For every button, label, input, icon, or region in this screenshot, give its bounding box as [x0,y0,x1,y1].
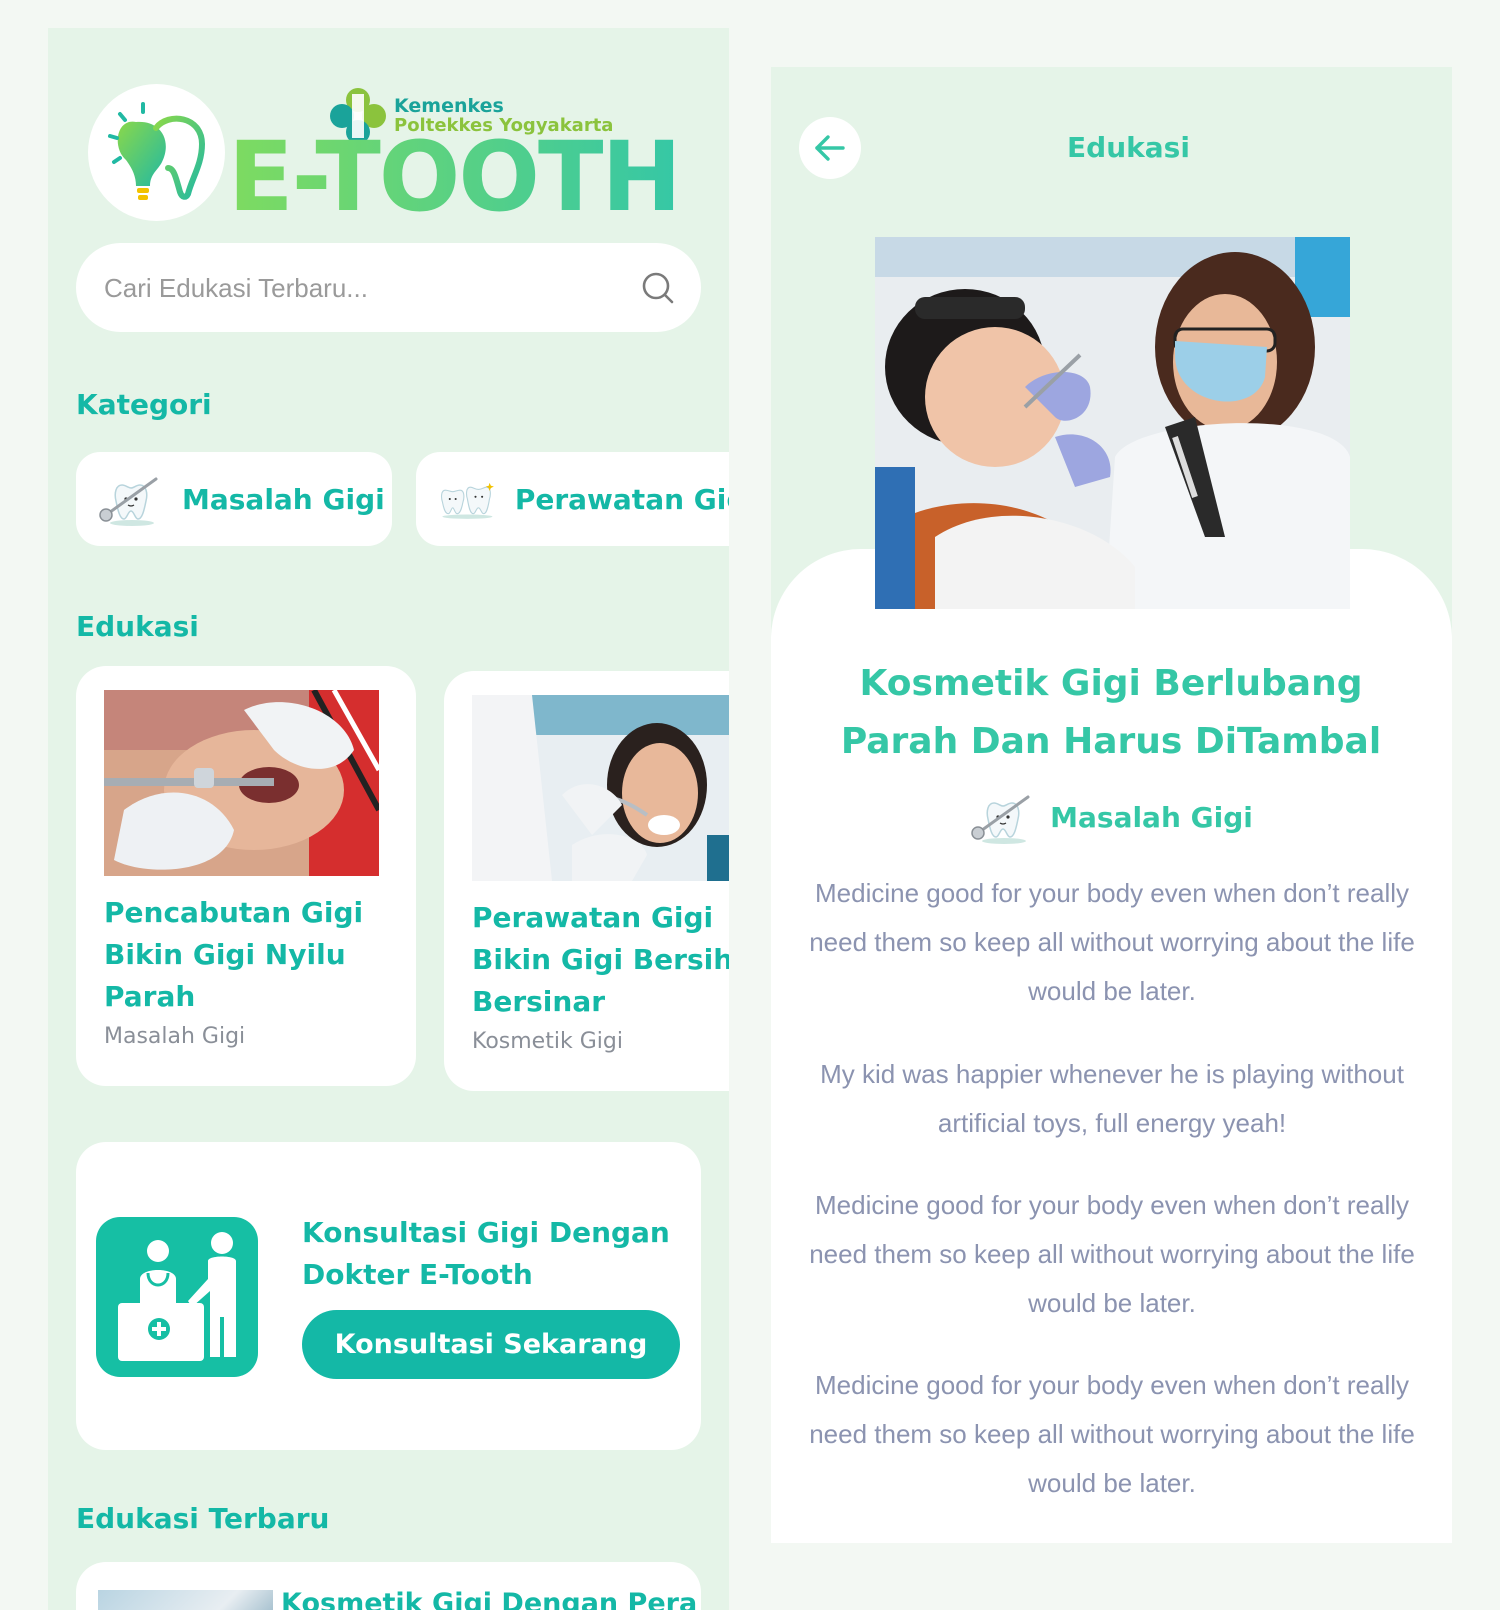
kategori-heading: Kategori [76,388,212,421]
edu-card-image [104,690,379,876]
article-paragraph: Medicine good for your body even when do… [809,1370,1415,1498]
consult-now-button[interactable]: Konsultasi Sekarang [302,1310,680,1379]
edu-card-image [472,695,729,881]
edukasi-terbaru-heading: Edukasi Terbaru [76,1502,330,1535]
app-title: E-TOOTH [228,121,682,233]
tooth-mirror-icon [971,795,1030,844]
header-title: Edukasi [1067,131,1190,164]
search-input[interactable] [104,273,604,303]
search-bar[interactable] [76,243,701,332]
home-screen: Kemenkes Poltekkes Yogyakarta E-TOOTH Ka… [48,28,729,1610]
article-category-label: Masalah Gigi [1050,800,1253,834]
category-label: Masalah Gigi [182,482,385,516]
latest-edu-item[interactable]: Kosmetik Gigi Dengan Pera [76,1562,701,1610]
edu-card-category: Kosmetik Gigi [472,1029,623,1054]
article-category[interactable]: Masalah Gigi [771,789,1452,845]
article-paragraph: Medicine good for your body even when do… [809,1190,1415,1318]
edu-card[interactable]: Pencabutan Gigi Bikin Gigi Nyilu Parah M… [76,666,416,1086]
article-hero-image [875,237,1350,609]
brand-header: Kemenkes Poltekkes Yogyakarta E-TOOTH [88,84,708,234]
consultation-card: Konsultasi Gigi Dengan Dokter E-Tooth Ko… [76,1142,701,1450]
category-chip-masalah-gigi[interactable]: Masalah Gigi [76,452,392,546]
edu-card-title: Perawatan Gigi Bikin Gigi Bersih Bersina… [472,901,729,1018]
article-paragraph: Medicine good for your body even when do… [809,878,1415,1006]
category-chip-perawatan-gigi[interactable]: Perawatan Gigi [416,452,729,546]
tooth-bulb-logo-icon [108,102,206,200]
latest-edu-title: Kosmetik Gigi Dengan Pera [281,1588,698,1610]
twin-teeth-icon [440,482,494,519]
edu-card-category: Masalah Gigi [104,1024,246,1049]
category-label: Perawatan Gigi [514,482,729,516]
edukasi-heading: Edukasi [76,610,199,643]
kemenkes-label: Kemenkes [394,95,504,117]
logo-circle [88,84,225,221]
search-icon[interactable] [641,271,675,305]
tooth-mirror-icon [99,477,158,526]
edu-card[interactable]: Perawatan Gigi Bikin Gigi Bersih Bersina… [444,671,729,1091]
latest-edu-thumbnail [98,1590,273,1610]
edu-card-title: Pencabutan Gigi Bikin Gigi Nyilu Parah [104,896,364,1013]
doctor-consult-icon [96,1217,258,1377]
consult-title: Konsultasi Gigi Dengan Dokter E-Tooth [302,1216,670,1291]
article-title: Kosmetik Gigi Berlubang Parah Dan Harus … [840,663,1382,762]
article-paragraph: My kid was happier whenever he is playin… [820,1059,1404,1138]
article-screen: Edukasi Kosmetik Gigi Berlubang Parah Da… [771,67,1452,1543]
